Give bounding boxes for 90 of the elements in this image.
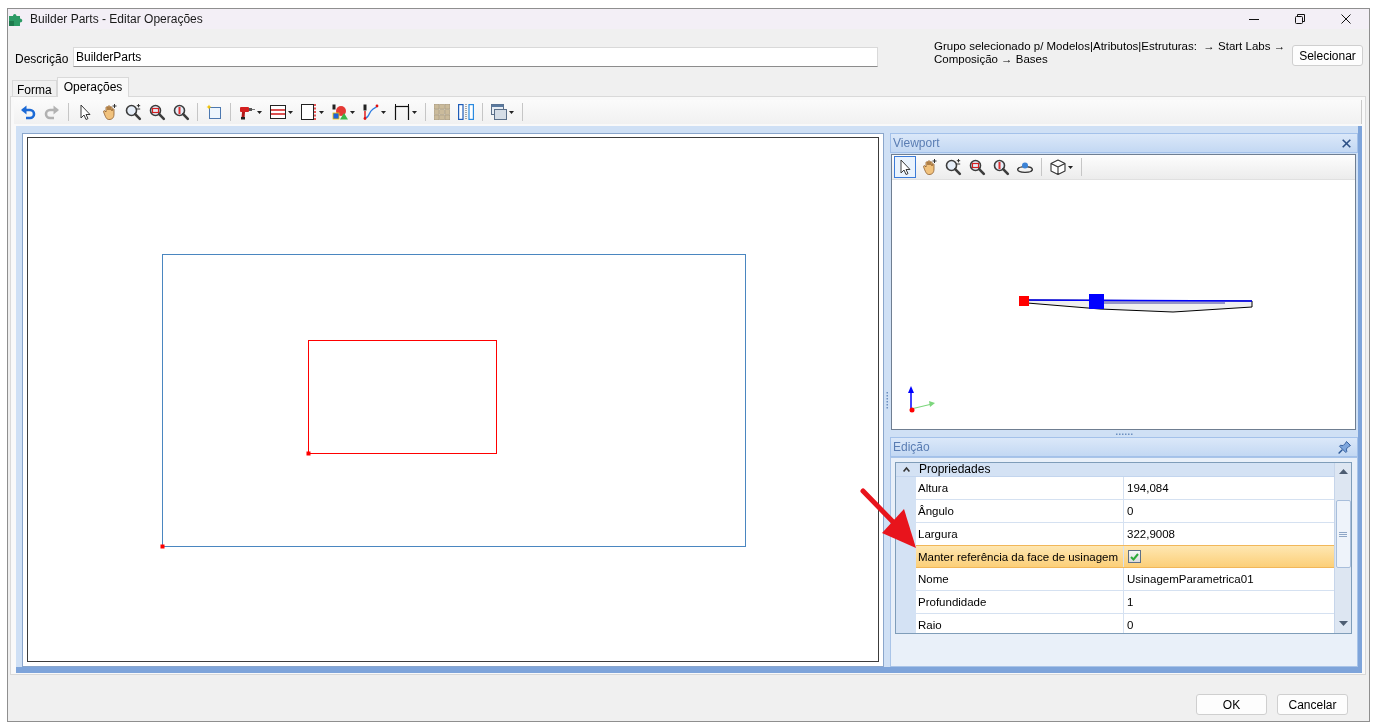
zoom-in-icon (125, 104, 141, 120)
caret-icon (288, 110, 293, 114)
striped-rectangle-icon (270, 104, 286, 120)
puzzle-icon (9, 12, 24, 26)
zoom-window-icon (149, 104, 165, 120)
caret-icon (350, 110, 355, 114)
tab[interactable]: Forma (12, 80, 57, 96)
square-marker (1019, 296, 1029, 306)
property-name: Raio (918, 618, 942, 632)
pin-button[interactable] (1338, 440, 1351, 454)
zoom-extents-icon (173, 104, 189, 120)
corner-marker (160, 544, 165, 549)
close-button[interactable] (1342, 138, 1351, 148)
redo-icon (44, 104, 60, 120)
grip-icon (1339, 531, 1347, 537)
hand-icon (921, 159, 937, 175)
property-value: 194,084 (1127, 481, 1169, 495)
shapes-icon (332, 104, 348, 120)
cancel-button[interactable]: Cancelar (1277, 694, 1348, 715)
grip-icon[interactable] (1116, 432, 1132, 435)
property-row[interactable]: Profundidade 1 (916, 591, 1334, 614)
property-name: Manter referência da face de usinagem (918, 549, 1119, 564)
caret-icon (1068, 165, 1073, 169)
minimize-icon (1249, 18, 1259, 20)
property-row[interactable]: Ângulo 0 (916, 500, 1334, 523)
caret-icon (319, 110, 324, 114)
property-value: 0 (1127, 504, 1134, 518)
hand-icon (101, 104, 117, 120)
description-field[interactable]: BuilderParts (73, 47, 878, 67)
property-value: 1 (1127, 595, 1134, 609)
window-title: Builder Parts - Editar Operações (30, 12, 203, 26)
square-marker (1089, 294, 1104, 309)
pin-icon (1338, 440, 1351, 454)
tick-icon (1130, 552, 1139, 561)
close-icon (1341, 14, 1351, 24)
pointer-button[interactable] (894, 156, 916, 178)
pointer-icon (77, 104, 93, 120)
windows-icon (491, 104, 507, 120)
drill-icon (239, 104, 255, 120)
sparkle-rectangle-icon (206, 104, 222, 120)
caret-icon (257, 110, 262, 114)
pointer-icon (897, 159, 913, 175)
group-path-text: Grupo selecionado p/ Modelos|Atributos|Estruturas: → Start Labs → Composição → Bases (934, 40, 1287, 66)
blocks-icon (434, 104, 450, 120)
curve-icon (363, 104, 379, 120)
property-row[interactable]: Nome UsinagemParametrica01 (916, 568, 1334, 591)
property-name: Ângulo (918, 504, 954, 518)
arrow-up-icon (1338, 469, 1348, 474)
property-value: UsinagemParametrica01 (1127, 572, 1254, 586)
cube-icon (1050, 159, 1066, 175)
caret-icon (381, 110, 386, 114)
panel-title: Edição (893, 440, 930, 454)
zoom-in-icon (945, 159, 961, 175)
caret-icon (412, 110, 417, 114)
scroll-thumb[interactable] (1335, 500, 1351, 568)
category-label: Propriedades (919, 463, 992, 476)
property-value: 322,9008 (1127, 527, 1175, 541)
collapse-toggle[interactable] (902, 467, 910, 472)
checkbox[interactable] (1128, 550, 1141, 563)
undo-icon (20, 104, 36, 120)
property-name: Largura (918, 527, 958, 541)
property-row[interactable]: Manter referência da face de usinagem (916, 545, 1334, 568)
panel-title: Viewport (893, 136, 940, 150)
zoom-extents-icon (993, 159, 1009, 175)
select-button[interactable]: Selecionar (1292, 45, 1363, 66)
corner-marker (306, 451, 311, 456)
annotation-arrow (858, 487, 918, 549)
ok-button[interactable]: OK (1196, 694, 1267, 715)
axes-icon (908, 386, 935, 413)
edge-button[interactable] (298, 101, 327, 123)
arrow-down-icon (1338, 621, 1348, 626)
description-label: Descrição (15, 52, 70, 66)
zoom-window-icon (969, 159, 985, 175)
property-value: 0 (1127, 618, 1134, 632)
close-icon (1342, 138, 1351, 148)
dimension-icon (394, 104, 410, 120)
property-name: Profundidade (918, 595, 987, 609)
caret-icon (509, 110, 514, 114)
tab[interactable]: Operações (56, 77, 130, 97)
property-name: Nome (918, 572, 949, 586)
columns-icon (458, 104, 474, 120)
property-name: Altura (918, 481, 949, 495)
restore-icon (1295, 14, 1305, 24)
scrollbar[interactable] (1334, 463, 1351, 633)
columns-button[interactable] (455, 101, 477, 123)
category-row[interactable]: Propriedades (896, 463, 1334, 477)
chevron-icon (902, 467, 910, 472)
dashed-edge-icon (301, 104, 317, 120)
property-row[interactable]: Altura 194,084 (916, 477, 1334, 500)
windows-button[interactable] (488, 101, 517, 123)
